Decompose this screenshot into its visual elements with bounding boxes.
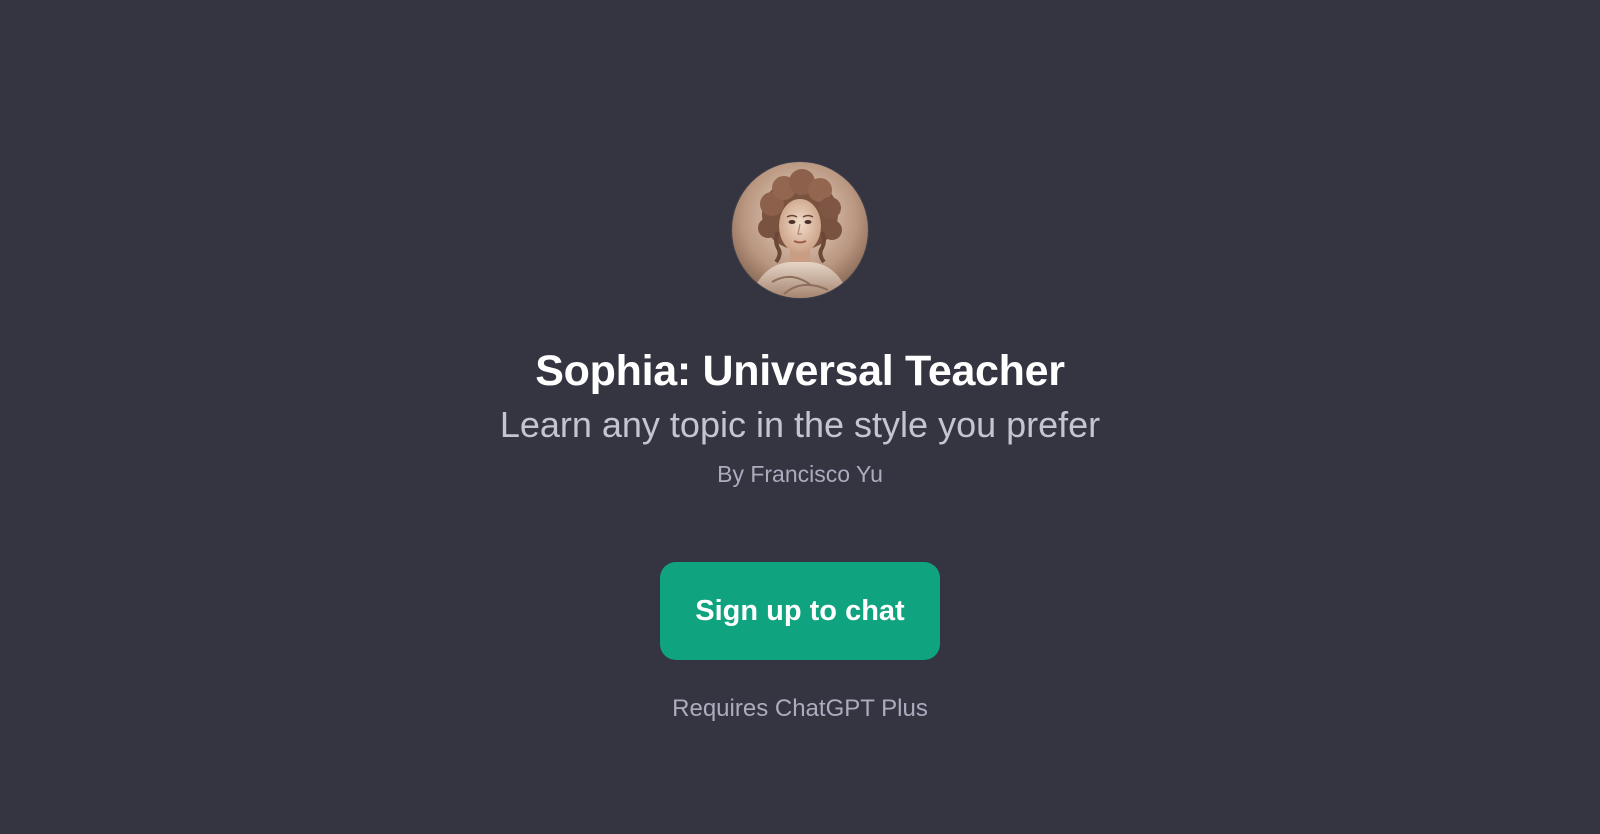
gpt-landing-page: Sophia: Universal Teacher Learn any topi… <box>0 0 1600 834</box>
avatar <box>732 162 868 298</box>
gpt-description: Learn any topic in the style you prefer <box>499 404 1101 445</box>
plan-requirement-note: Requires ChatGPT Plus <box>672 695 928 722</box>
author-byline: By Francisco Yu <box>717 461 883 487</box>
gpt-profile: Sophia: Universal Teacher Learn any topi… <box>0 162 1600 724</box>
portrait-icon <box>732 162 868 298</box>
sign-up-to-chat-button[interactable]: Sign up to chat <box>660 562 940 660</box>
gpt-title: Sophia: Universal Teacher <box>535 347 1065 395</box>
